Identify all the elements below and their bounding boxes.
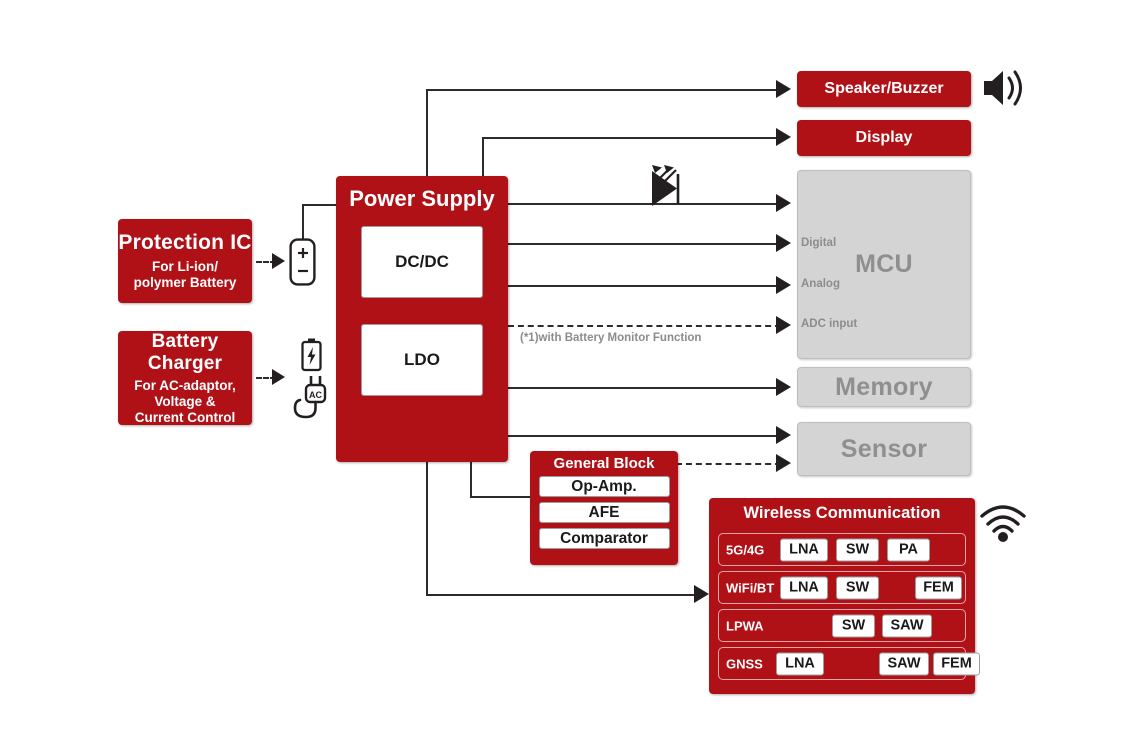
wire-to-sensor	[508, 435, 781, 437]
chip-gnss-saw[interactable]: SAW	[879, 652, 929, 675]
protection-ic-sub-line-1: For Li-ion/	[152, 259, 218, 274]
battery-monitor-footnote: (*1)with Battery Monitor Function	[520, 332, 702, 344]
wire-to-mcu-analog	[508, 285, 781, 287]
wireless-row-5g4g[interactable]: 5G/4G LNA SW PA	[718, 533, 966, 566]
dcdc-block[interactable]: DC/DC	[361, 226, 483, 298]
wifi-signal-icon	[979, 503, 1027, 543]
wire-to-display	[482, 137, 781, 139]
chip-5g4g-lna[interactable]: LNA	[780, 538, 828, 561]
svg-text:AC: AC	[309, 390, 322, 400]
arrow-mcu-led	[776, 194, 791, 212]
wire-ps-down-wireless	[426, 462, 428, 595]
chip-wifibt-lna[interactable]: LNA	[780, 576, 828, 599]
comparator-label: Comparator	[560, 529, 648, 547]
afe-label: AFE	[588, 503, 620, 521]
battery-charger-title: Battery Charger	[147, 330, 223, 374]
battery-charger-sub-line-2: Voltage &	[154, 393, 216, 409]
chip-gnss-lna[interactable]: LNA	[776, 652, 824, 675]
wire-to-mcu-adc	[508, 325, 781, 327]
mcu-port-adc-input: ADC input	[801, 318, 858, 330]
arrow-speaker	[776, 80, 791, 98]
sensor-label: Sensor	[840, 434, 928, 463]
wireless-row-label-5g4g: 5G/4G	[726, 542, 765, 557]
memory-label: Memory	[835, 372, 933, 401]
general-block-title: General Block	[553, 455, 655, 472]
block-diagram-canvas: Protection IC For Li-ion/ polymer Batter…	[0, 0, 1130, 736]
mcu-port-analog: Analog	[801, 278, 840, 290]
protection-ic-sub-line-2: polymer Battery	[133, 275, 237, 290]
chip-lpwa-saw[interactable]: SAW	[882, 614, 932, 637]
protection-ic-title: Protection IC	[118, 231, 252, 254]
arrow-memory	[776, 378, 791, 396]
wire-to-mcu-digital	[508, 243, 781, 245]
wire-ps-down-generalblock	[470, 462, 472, 497]
wire-ps-up-speaker	[426, 89, 428, 185]
wire-to-wireless	[426, 594, 699, 596]
dcdc-label: DC/DC	[395, 252, 449, 271]
speaker-icon	[980, 64, 1028, 112]
wireless-title: Wireless Communication	[743, 504, 941, 522]
ldo-block[interactable]: LDO	[361, 324, 483, 396]
speaker-buzzer-block[interactable]: Speaker/Buzzer	[797, 71, 971, 107]
power-supply-block[interactable]: Power Supply DC/DC LDO	[336, 176, 508, 462]
wire-to-generalblock	[470, 496, 532, 498]
wire-generalblock-to-sensor	[676, 463, 781, 465]
chip-5g4g-sw[interactable]: SW	[836, 538, 879, 561]
battery-charging-icon	[301, 338, 322, 372]
battery-cell-icon	[289, 238, 316, 286]
arrow-sensor-dashed	[776, 454, 791, 472]
protection-ic-block[interactable]: Protection IC For Li-ion/ polymer Batter…	[118, 219, 252, 303]
mcu-label: MCU	[855, 250, 913, 278]
general-block-row-comparator[interactable]: Comparator	[538, 528, 670, 549]
arrow-mcu-analog	[776, 276, 791, 294]
chip-wifibt-fem[interactable]: FEM	[915, 576, 962, 599]
ldo-label: LDO	[404, 350, 440, 369]
speaker-buzzer-label: Speaker/Buzzer	[824, 80, 944, 97]
arrow-battery-charger	[272, 369, 285, 385]
wireless-row-wifibt[interactable]: WiFi/BT LNA SW FEM	[718, 571, 966, 604]
chip-wifibt-sw[interactable]: SW	[836, 576, 879, 599]
arrow-sensor-solid	[776, 426, 791, 444]
chip-gnss-fem[interactable]: FEM	[933, 652, 980, 675]
general-block-row-opamp[interactable]: Op-Amp.	[538, 476, 670, 497]
arrow-wireless	[694, 585, 709, 603]
power-supply-title: Power Supply	[349, 186, 495, 211]
ac-plug-icon: AC	[288, 374, 332, 426]
general-block-row-afe[interactable]: AFE	[538, 502, 670, 523]
arrow-display	[776, 128, 791, 146]
wireless-row-label-gnss: GNSS	[726, 656, 763, 671]
battery-charger-sub-line-1: For AC-adaptor,	[134, 377, 236, 393]
wireless-row-label-wifibt: WiFi/BT	[726, 580, 775, 595]
opamp-label: Op-Amp.	[571, 477, 637, 495]
memory-block[interactable]: Memory	[797, 367, 971, 407]
led-symbol-icon	[636, 158, 688, 220]
arrow-protection-ic	[272, 253, 285, 269]
display-label: Display	[855, 129, 913, 146]
wire-to-memory	[508, 387, 781, 389]
chip-5g4g-pa[interactable]: PA	[887, 538, 930, 561]
sensor-block[interactable]: Sensor	[797, 422, 971, 476]
wireless-communication-block[interactable]: Wireless Communication 5G/4G LNA SW PA W…	[709, 498, 980, 694]
wireless-row-label-lpwa: LPWA	[726, 618, 764, 633]
mcu-port-digital: Digital	[801, 237, 837, 249]
display-block[interactable]: Display	[797, 120, 971, 156]
wireless-row-lpwa[interactable]: LPWA SW SAW	[718, 609, 966, 642]
chip-lpwa-sw[interactable]: SW	[832, 614, 875, 637]
wireless-row-gnss[interactable]: GNSS LNA SAW FEM	[718, 647, 980, 680]
battery-charger-sub-line-3: Current Control	[134, 409, 236, 425]
general-block[interactable]: General Block Op-Amp. AFE Comparator	[530, 451, 678, 565]
mcu-block[interactable]: MCU	[797, 170, 971, 359]
wire-to-speaker	[426, 89, 781, 91]
arrow-mcu-digital	[776, 234, 791, 252]
arrow-mcu-adc	[776, 316, 791, 334]
battery-charger-block[interactable]: Battery Charger For AC-adaptor, Voltage …	[118, 331, 252, 425]
